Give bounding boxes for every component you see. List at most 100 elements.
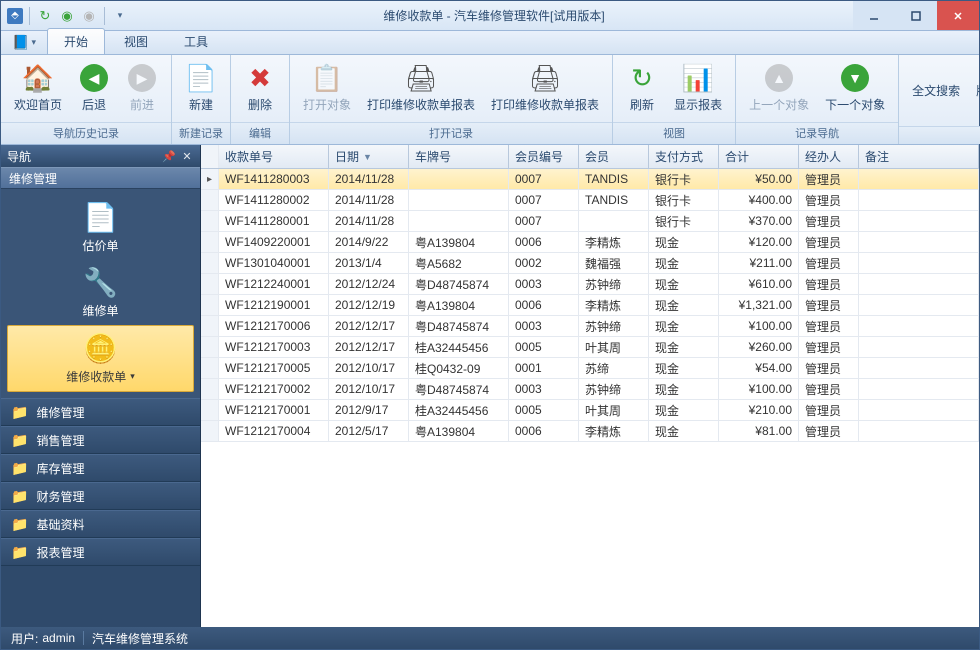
row-marker (201, 337, 219, 357)
cell: 0007 (509, 190, 579, 210)
close-panel-icon[interactable]: ✕ (180, 149, 194, 163)
folder-icon: 📁 (11, 488, 28, 505)
nav-cat-库存管理[interactable]: 📁库存管理 (1, 454, 200, 482)
table-row[interactable]: WF13010400012013/1/4粤A56820002魏福强现金¥211.… (201, 253, 979, 274)
table-row[interactable]: WF12121700022012/10/17粤D487458740003苏钟缔现… (201, 379, 979, 400)
ribbon-new-button[interactable]: 📄新建 (178, 59, 224, 116)
nav-tile-维修收款单[interactable]: 🪙维修收款单▾ (7, 325, 194, 392)
table-row[interactable]: WF12121700062012/12/17粤D487458740003苏钟缔现… (201, 316, 979, 337)
table-row[interactable]: ▸WF14112800032014/11/280007TANDIS银行卡¥50.… (201, 169, 979, 190)
ribbon-group: 🏠欢迎首页◀后退▶前进导航历史记录 (1, 55, 172, 144)
table-row[interactable]: WF14112800012014/11/280007银行卡¥370.00管理员 (201, 211, 979, 232)
cell: 0007 (509, 211, 579, 231)
folder-icon: 📁 (11, 460, 28, 477)
ribbon-back-button[interactable]: ◀后退 (71, 59, 117, 116)
menu-tab-开始[interactable]: 开始 (47, 28, 105, 54)
menu-tab-工具[interactable]: 工具 (167, 28, 225, 54)
row-marker (201, 274, 219, 294)
cell: 0003 (509, 379, 579, 399)
cell: TANDIS (579, 169, 649, 189)
ribbon-showrep-button[interactable]: 📊显示报表 (667, 59, 729, 116)
minimize-button[interactable] (853, 1, 895, 30)
col-header-会员编号[interactable]: 会员编号 (509, 145, 579, 168)
nav-cat-维修管理[interactable]: 📁维修管理 (1, 398, 200, 426)
cell: 管理员 (799, 421, 859, 441)
cell: TANDIS (579, 190, 649, 210)
col-header-合计[interactable]: 合计 (719, 145, 799, 168)
row-marker (201, 379, 219, 399)
showrep-icon: 📊 (682, 62, 714, 94)
grid-body[interactable]: ▸WF14112800032014/11/280007TANDIS银行卡¥50.… (201, 169, 979, 627)
col-header-车牌号[interactable]: 车牌号 (409, 145, 509, 168)
qat-back-icon[interactable]: ◉ (58, 7, 76, 25)
pin-icon[interactable]: 📌 (162, 149, 176, 163)
table-row[interactable]: WF14112800022014/11/280007TANDIS银行卡¥400.… (201, 190, 979, 211)
qat-dropdown-icon[interactable]: ▾ (111, 7, 129, 25)
row-marker (201, 232, 219, 252)
nav-cat-财务管理[interactable]: 📁财务管理 (1, 482, 200, 510)
col-header-备注[interactable]: 备注 (859, 145, 979, 168)
ribbon-refresh-button[interactable]: ↻刷新 (619, 59, 665, 116)
ribbon-group: ↻刷新📊显示报表视图 (613, 55, 736, 144)
cell: 粤A139804 (409, 232, 509, 252)
cell (859, 190, 979, 210)
nav-cat-报表管理[interactable]: 📁报表管理 (1, 538, 200, 566)
col-header-支付方式[interactable]: 支付方式 (649, 145, 719, 168)
file-menu-button[interactable]: 📘▾ (7, 31, 45, 54)
col-header-会员[interactable]: 会员 (579, 145, 649, 168)
qat-fwd-icon[interactable]: ◉ (80, 7, 98, 25)
table-row[interactable]: WF12121900012012/12/19粤A1398040006李精炼现金¥… (201, 295, 979, 316)
ribbon-search-button[interactable]: 全文搜索 (905, 59, 967, 119)
next-icon: ▼ (839, 62, 871, 94)
table-row[interactable]: WF12121700042012/5/17粤A1398040006李精炼现金¥8… (201, 421, 979, 442)
back-icon: ◀ (78, 62, 110, 94)
table-row[interactable]: WF12121700032012/12/17桂A324454560005叶其周现… (201, 337, 979, 358)
ribbon-del-button[interactable]: ✖删除 (237, 59, 283, 116)
col-header-经办人[interactable]: 经办人 (799, 145, 859, 168)
nav-header: 导航 📌 ✕ (1, 145, 200, 167)
cell: 管理员 (799, 358, 859, 378)
ribbon-ver-button[interactable]: 版本信息 (969, 59, 980, 119)
ribbon-print1-button[interactable]: 🖨打印维修收款单报表 (360, 59, 482, 116)
cell: 2012/9/17 (329, 400, 409, 420)
ribbon-next-button[interactable]: ▼下一个对象 (818, 59, 892, 116)
cell: 现金 (649, 358, 719, 378)
cell: 李精炼 (579, 232, 649, 252)
nav-cat-label: 销售管理 (36, 432, 84, 449)
cell: WF1212170004 (219, 421, 329, 441)
menu-tab-视图[interactable]: 视图 (107, 28, 165, 54)
nav-tile-label: 维修单 (82, 302, 118, 319)
col-header-label: 备注 (865, 148, 889, 165)
col-header-收款单号[interactable]: 收款单号 (219, 145, 329, 168)
cell (859, 232, 979, 252)
ribbon-home-button[interactable]: 🏠欢迎首页 (7, 59, 69, 116)
nav-categories: 📁维修管理📁销售管理📁库存管理📁财务管理📁基础资料📁报表管理 (1, 398, 200, 627)
ribbon-print2-button[interactable]: 🖨打印维修收款单报表 (484, 59, 606, 116)
nav-cat-基础资料[interactable]: 📁基础资料 (1, 510, 200, 538)
table-row[interactable]: WF12122400012012/12/24粤D487458740003苏钟缔现… (201, 274, 979, 295)
cell: 管理员 (799, 316, 859, 336)
cell: WF1411280002 (219, 190, 329, 210)
table-row[interactable]: WF12121700012012/9/17桂A324454560005叶其周现金… (201, 400, 979, 421)
nav-tile-估价单[interactable]: 📄估价单 (7, 195, 194, 260)
ribbon-group-label: 导航历史记录 (1, 122, 171, 144)
table-row[interactable]: WF12121700052012/10/17桂Q0432-090001苏缔现金¥… (201, 358, 979, 379)
cell: WF1212190001 (219, 295, 329, 315)
close-button[interactable] (937, 1, 979, 30)
cell: 粤A5682 (409, 253, 509, 273)
maximize-button[interactable] (895, 1, 937, 30)
cell: 2012/5/17 (329, 421, 409, 441)
col-header-日期[interactable]: 日期▼ (329, 145, 409, 168)
cell: WF1411280003 (219, 169, 329, 189)
nav-subtitle[interactable]: 维修管理 (1, 167, 200, 189)
qat-refresh-icon[interactable]: ↻ (36, 7, 54, 25)
table-row[interactable]: WF14092200012014/9/22粤A1398040006李精炼现金¥1… (201, 232, 979, 253)
cell (579, 211, 649, 231)
nav-tile-维修单[interactable]: 🔧维修单 (7, 260, 194, 325)
ribbon-group-label: 视图 (613, 122, 735, 144)
ribbon-group: ▲上一个对象▼下一个对象记录导航 (736, 55, 899, 144)
new-icon: 📄 (185, 62, 217, 94)
cell: 粤D48745874 (409, 274, 509, 294)
cell: 现金 (649, 316, 719, 336)
nav-cat-销售管理[interactable]: 📁销售管理 (1, 426, 200, 454)
